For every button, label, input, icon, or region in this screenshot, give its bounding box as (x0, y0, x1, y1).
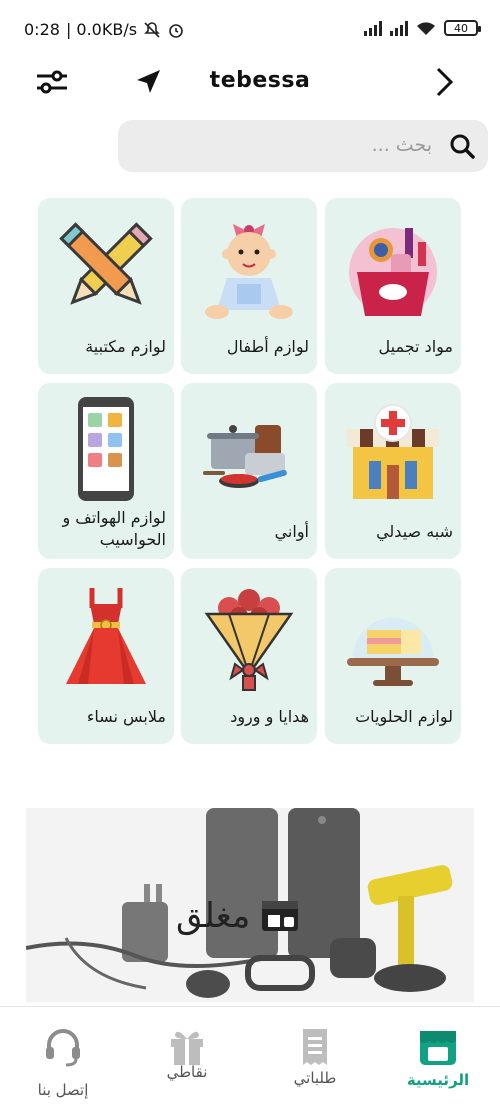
category-label: لوازم الهواتف و الحواسيب (62, 508, 166, 549)
category-label: لوازم الحلويات (355, 707, 453, 726)
cookware-icon (203, 425, 287, 488)
bouquet-icon (204, 589, 294, 691)
category-women-clothing[interactable]: ملابس نساء (38, 568, 174, 744)
category-pharmacy[interactable]: شبه صيدلي (325, 383, 461, 559)
category-grid: مواد تجميل لوازم أطفال لوازم مكتبية شبه … (38, 198, 462, 744)
category-cosmetics[interactable]: مواد تجميل (325, 198, 461, 374)
signal-icon-2 (390, 20, 408, 36)
category-label: مواد تجميل (378, 337, 453, 356)
status-bar: 0:28 | 0.0KB/s 40 (0, 0, 500, 60)
search-icon[interactable] (448, 132, 476, 160)
headset-icon (46, 1029, 80, 1067)
cake-icon (347, 618, 439, 686)
search-bar[interactable]: بحث ... (118, 120, 488, 172)
nav-home[interactable]: الرئيسية (383, 1021, 493, 1107)
wifi-icon (417, 22, 435, 35)
status-network-speed: | 0.0KB/s (65, 20, 138, 39)
category-label: شبه صيدلي (376, 522, 453, 541)
nav-contact[interactable]: إتصل بنا (8, 1021, 118, 1107)
category-label: لوازم مكتبية (85, 337, 166, 356)
category-baby[interactable]: لوازم أطفال (181, 198, 317, 374)
forward-button[interactable] (420, 58, 468, 106)
bell-muted-icon (144, 21, 160, 38)
category-stationery[interactable]: لوازم مكتبية (38, 198, 174, 374)
store-icon (420, 1031, 456, 1065)
nav-orders-label: طلباتي (293, 1069, 337, 1087)
pencils-icon (59, 222, 153, 305)
nav-points-label: نقاطي (166, 1063, 208, 1081)
category-label: لوازم أطفال (226, 337, 309, 356)
receipt-icon (303, 1029, 327, 1065)
chevron-right-icon (436, 67, 454, 97)
category-label: ملابس نساء (86, 707, 166, 726)
bottom-navigation: الرئيسية طلباتي نقاطي إتصل بنا (0, 1006, 500, 1111)
dress-icon (66, 588, 146, 684)
battery-icon: 40 (444, 20, 481, 36)
sliders-icon (37, 70, 67, 94)
promo-banner[interactable]: مغلق (26, 808, 474, 1002)
battery-level: 40 (454, 21, 468, 35)
search-input[interactable]: بحث ... (372, 134, 432, 156)
nav-orders[interactable]: طلباتي (260, 1021, 370, 1107)
closed-label: مغلق (176, 896, 251, 936)
category-phones-computers[interactable]: لوازم الهواتف و الحواسيب (38, 383, 174, 559)
pharmacy-icon (347, 404, 439, 499)
phone-icon (78, 397, 134, 501)
category-cookware[interactable]: أواني (181, 383, 317, 559)
cosmetics-icon (349, 228, 437, 316)
signal-icon (364, 20, 382, 36)
baby-icon (205, 224, 293, 319)
filter-button[interactable] (28, 58, 76, 106)
app-header: tebessa (0, 58, 500, 110)
store-closed-icon (262, 901, 299, 931)
category-label: أواني (274, 522, 309, 541)
category-pastry[interactable]: لوازم الحلويات (325, 568, 461, 744)
nav-contact-label: إتصل بنا (37, 1081, 89, 1099)
city-name[interactable]: tebessa (160, 68, 360, 93)
nav-points[interactable]: نقاطي (132, 1021, 242, 1107)
gift-icon (171, 1031, 203, 1065)
status-time: 0:28 (24, 20, 60, 39)
closed-indicator: مغلق (176, 896, 300, 936)
navigation-arrow-icon (137, 70, 160, 93)
alarm-icon (169, 23, 183, 38)
category-label: هدايا و ورود (230, 707, 309, 726)
category-gifts-flowers[interactable]: هدايا و ورود (181, 568, 317, 744)
nav-home-label: الرئيسية (406, 1071, 470, 1089)
